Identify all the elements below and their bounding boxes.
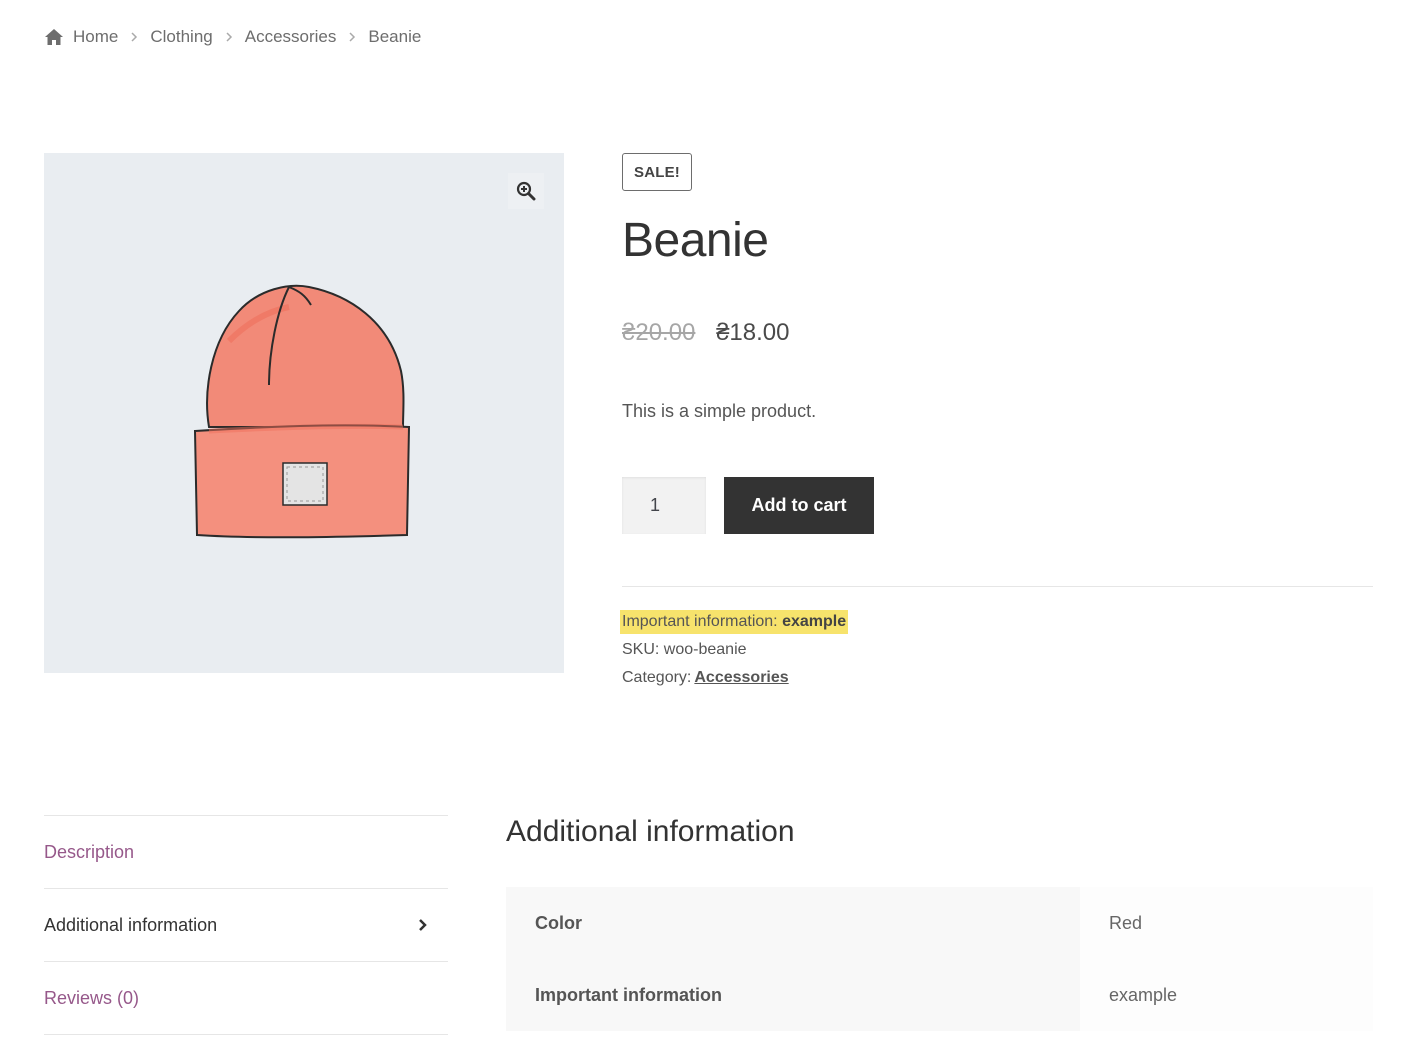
tab-additional-information[interactable]: Additional information (44, 889, 448, 962)
important-info-label: Important information: (622, 613, 778, 630)
regular-price: ₴20.00 (622, 319, 696, 346)
sku-value: woo-beanie (663, 641, 747, 658)
sku-row: SKU: woo-beanie (622, 636, 848, 664)
zoom-in-icon (516, 181, 536, 201)
tab-reviews[interactable]: Reviews (0) (44, 962, 448, 1035)
tab-additional-information-label: Additional information (44, 914, 218, 935)
product-gallery (44, 153, 564, 673)
category-label: Category: (622, 669, 692, 686)
chevron-right-icon (349, 32, 356, 42)
table-row: Important information example (506, 959, 1373, 1031)
breadcrumb-home-link[interactable]: Home (73, 27, 118, 47)
sale-badge: SALE! (622, 153, 692, 191)
product-tabs: Description Additional information Revie… (44, 815, 448, 1035)
product-title: Beanie (622, 214, 769, 267)
important-info-highlight: Important information: example (620, 610, 849, 634)
important-info-value: example (782, 613, 847, 630)
category-row: Category: Accessories (622, 664, 848, 692)
short-description: This is a simple product. (622, 401, 817, 421)
quantity-input[interactable] (622, 477, 706, 534)
chevron-right-icon (419, 919, 427, 931)
breadcrumb-accessories-link[interactable]: Accessories (245, 27, 337, 47)
product-price: ₴20.00 ₴18.00 (622, 319, 789, 347)
tab-reviews-label: Reviews (0) (44, 987, 140, 1008)
product-meta: Important information: example SKU: woo-… (620, 608, 849, 692)
attribute-value: Red (1080, 887, 1373, 959)
tab-description-label: Description (44, 841, 135, 862)
attribute-value: example (1080, 959, 1373, 1031)
beanie-image[interactable] (189, 281, 419, 543)
attribute-label: Important information (506, 959, 1080, 1031)
breadcrumb-current: Beanie (368, 27, 422, 46)
important-info-row: Important information: example (620, 608, 849, 636)
attributes-table: Color Red Important information example (506, 887, 1373, 1031)
sale-price: ₴18.00 (716, 319, 790, 346)
attribute-label: Color (506, 887, 1080, 959)
table-row: Color Red (506, 887, 1373, 959)
zoom-button[interactable] (508, 173, 544, 209)
home-icon (45, 29, 63, 45)
chevron-right-icon (226, 32, 232, 42)
breadcrumb-clothing-link[interactable]: Clothing (150, 27, 212, 47)
add-to-cart-button[interactable]: Add to cart (724, 477, 874, 534)
tab-description[interactable]: Description (44, 816, 448, 889)
panel-title: Additional information (506, 815, 795, 848)
breadcrumb: Home Clothing Accessories Beanie (44, 24, 421, 50)
sku-label: SKU: (622, 641, 660, 658)
divider (622, 586, 1373, 587)
chevron-right-icon (131, 32, 138, 42)
category-link[interactable]: Accessories (694, 669, 788, 687)
